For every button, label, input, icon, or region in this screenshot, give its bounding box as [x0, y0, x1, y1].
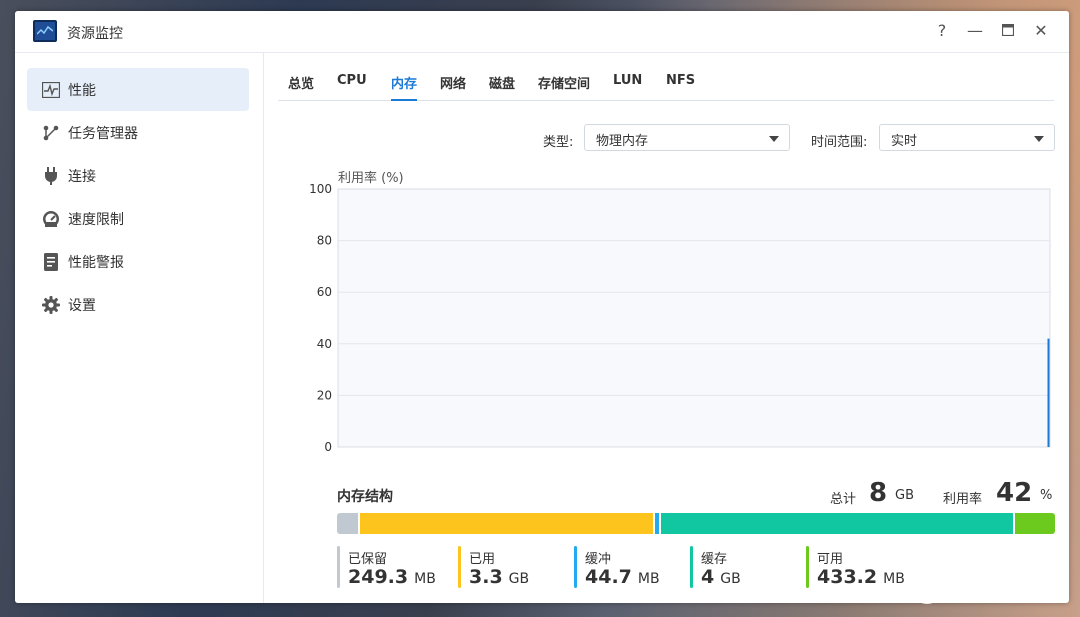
- legend-value: 3.3 GB: [469, 566, 530, 588]
- tab-overview[interactable]: 总览: [288, 73, 314, 100]
- y-tick-label: 20: [317, 388, 332, 402]
- chevron-down-icon: [769, 136, 779, 142]
- legend-name: 可用: [817, 552, 844, 567]
- type-label: 类型:: [543, 135, 574, 150]
- minimize-button[interactable]: —: [965, 21, 985, 41]
- maximize-icon: [1001, 23, 1015, 37]
- chart-plot-area: [337, 188, 1051, 448]
- y-axis-label: 利用率 (%): [338, 170, 404, 186]
- time-range-label: 时间范围:: [811, 135, 868, 150]
- legend-value: 433.2 MB: [817, 566, 905, 588]
- close-button[interactable]: ✕: [1031, 21, 1051, 41]
- tab-disk[interactable]: 磁盘: [489, 73, 515, 100]
- sidebar-item-label: 连接: [68, 168, 96, 185]
- sidebar-item-performance-alerts[interactable]: 性能警报: [27, 240, 249, 283]
- connection-plug-icon: [40, 165, 62, 187]
- legend-name: 已保留: [348, 552, 388, 567]
- legend-color-strip: [806, 546, 809, 588]
- legend-color-strip: [574, 546, 577, 588]
- total-value: 8: [869, 478, 888, 508]
- tab-network[interactable]: 网络: [440, 73, 466, 100]
- task-manager-nodes-icon: [40, 122, 62, 144]
- gear-icon: [40, 294, 62, 316]
- sidebar-item-connections[interactable]: 连接: [27, 154, 249, 197]
- memory-structure-title: 内存结构: [337, 489, 393, 505]
- y-tick-label: 80: [317, 234, 332, 248]
- chevron-down-icon: [1034, 136, 1044, 142]
- memory-bar-segment: [1012, 513, 1055, 534]
- legend-name: 已用: [469, 552, 496, 567]
- speedometer-icon: [40, 208, 62, 230]
- tab-cpu[interactable]: CPU: [337, 73, 367, 100]
- sidebar: 性能 任务管理器 连接 速度限制 性能警报 设置: [15, 53, 264, 603]
- legend-name: 缓冲: [585, 552, 612, 567]
- sidebar-item-label: 性能: [68, 82, 96, 99]
- tab-volume[interactable]: 存储空间: [538, 73, 590, 100]
- tab-bar: 总览 CPU 内存 网络 磁盘 存储空间 LUN NFS: [278, 70, 1054, 101]
- sidebar-item-task-manager[interactable]: 任务管理器: [27, 111, 249, 154]
- legend-value: 44.7 MB: [585, 566, 660, 588]
- memory-structure-bar: [337, 513, 1055, 534]
- legend-color-strip: [690, 546, 693, 588]
- tab-nfs[interactable]: NFS: [666, 73, 695, 100]
- sidebar-item-settings[interactable]: 设置: [27, 283, 249, 326]
- y-tick-label: 0: [324, 440, 332, 454]
- time-range-select[interactable]: 实时: [879, 124, 1055, 151]
- usage-unit: %: [1040, 488, 1053, 503]
- type-select[interactable]: 物理内存: [584, 124, 790, 151]
- title-bar: 资源监控 ? — ✕: [15, 11, 1069, 53]
- tab-memory[interactable]: 内存: [391, 73, 418, 101]
- total-unit: GB: [895, 488, 914, 503]
- watermark-text: 什么值得买: [950, 580, 1061, 605]
- sidebar-item-performance[interactable]: 性能: [27, 68, 249, 111]
- window-title: 资源监控: [67, 26, 123, 42]
- memory-bar-segment: [659, 513, 1013, 534]
- type-select-value: 物理内存: [596, 134, 649, 149]
- sidebar-item-label: 设置: [68, 297, 96, 314]
- tab-lun[interactable]: LUN: [613, 73, 642, 100]
- usage-value: 42: [996, 478, 1033, 508]
- watermark-logo: 值: [912, 574, 942, 604]
- memory-bar-segment: [337, 513, 359, 534]
- maximize-button[interactable]: [998, 21, 1018, 41]
- resource-monitor-window: 资源监控 ? — ✕ 性能 任务管理器 连接 速度限制 性能警报 设置 总览 C…: [15, 11, 1069, 603]
- legend-value: 4 GB: [701, 566, 741, 588]
- legend-color-strip: [337, 546, 340, 588]
- legend-name: 缓存: [701, 552, 728, 567]
- memory-bar-segment: [358, 513, 653, 534]
- y-tick-label: 60: [317, 285, 332, 299]
- resource-monitor-app-icon: [33, 20, 57, 42]
- sidebar-item-speed-limit[interactable]: 速度限制: [27, 197, 249, 240]
- y-tick-label: 40: [317, 337, 332, 351]
- time-range-select-value: 实时: [891, 134, 918, 149]
- sidebar-item-label: 性能警报: [68, 254, 124, 271]
- sidebar-item-label: 任务管理器: [68, 125, 138, 142]
- y-tick-label: 100: [309, 182, 332, 196]
- usage-label: 利用率: [943, 492, 983, 507]
- performance-pulse-icon: [40, 79, 62, 101]
- sidebar-item-label: 速度限制: [68, 211, 124, 228]
- legend-value: 249.3 MB: [348, 566, 436, 588]
- total-label: 总计: [830, 492, 857, 507]
- legend-color-strip: [458, 546, 461, 588]
- help-button[interactable]: ?: [932, 21, 952, 41]
- alert-clipboard-icon: [40, 251, 62, 273]
- main-content: 总览 CPU 内存 网络 磁盘 存储空间 LUN NFS 类型: 物理内存 时间…: [264, 53, 1069, 603]
